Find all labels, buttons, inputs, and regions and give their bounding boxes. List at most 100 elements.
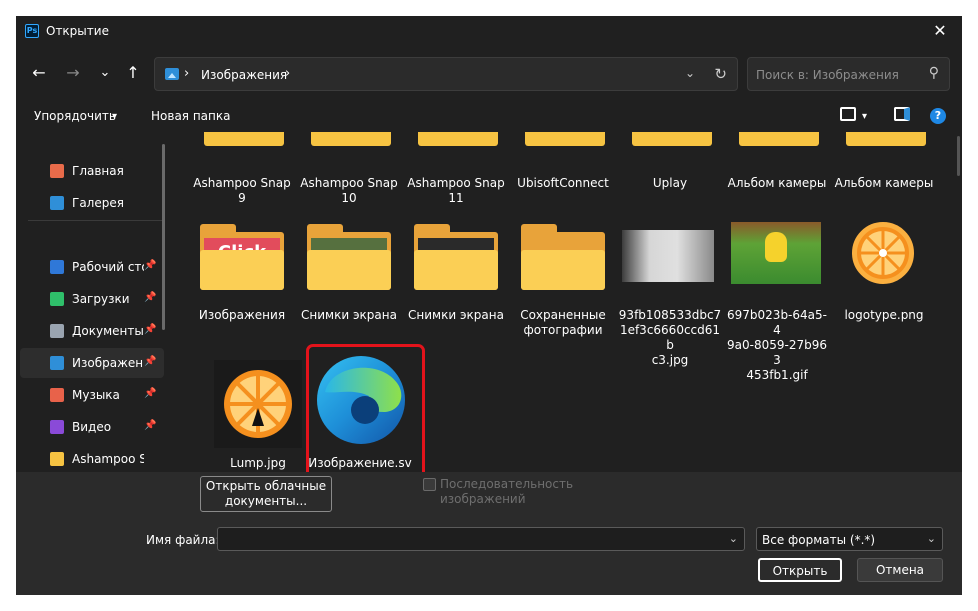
image-thumbnail: [731, 222, 823, 294]
folder-icon: [739, 132, 819, 146]
item-name-line: logotype.png: [844, 308, 924, 322]
sidebar-item[interactable]: Музыка 📌: [20, 380, 164, 410]
image-thumbnail: [838, 222, 930, 294]
item-name: Снимки экрана: [297, 308, 401, 323]
search-placeholder: Поиск в: Изображения: [756, 68, 899, 82]
item-name-line: 9: [238, 191, 246, 205]
image-thumbnail: [622, 222, 716, 294]
file-list: Ashampoo Snap 9 Ashampoo Snap 10 Ashampoo Sn…: [176, 132, 962, 472]
open-cloud-documents-button[interactable]: Открыть облачные документы...: [200, 476, 332, 512]
item-name: Uplay: [618, 176, 722, 191]
item-name-line: Альбом камеры: [727, 176, 827, 190]
item-name: 697b023b-64a5-4 9a0-8059-27b963 453fb1.gif: [725, 308, 829, 383]
item-name: logotype.png: [832, 308, 936, 323]
item-name: 93fb108533dbc7 1ef3c6660ccd61b c3.jpg: [618, 308, 722, 368]
folder-item[interactable]: Сохраненные фотографии: [511, 222, 615, 338]
item-name-line: Изображения: [198, 308, 286, 322]
image-sequence-label-line-2: изображений: [440, 492, 526, 506]
up-arrow-icon[interactable]: ↑: [122, 62, 144, 84]
item-name-line: Uplay: [652, 176, 688, 190]
item-name-line: 9a0-8059-27b963: [727, 338, 827, 367]
breadcrumb-pictures[interactable]: Изображения: [201, 68, 287, 82]
sidebar-item-label: Изображени: [72, 356, 144, 370]
open-button[interactable]: Открыть: [758, 558, 842, 582]
folder-icon: Click: [196, 222, 288, 294]
item-name-line: Ashampoo Snap: [407, 176, 505, 190]
preview-pane-icon[interactable]: [894, 107, 910, 121]
help-icon[interactable]: ?: [930, 108, 946, 124]
command-bar: Упорядочить ▾ Новая папка ▾ ?: [16, 102, 962, 132]
orange-slice-icon: [224, 370, 292, 438]
folder-icon: [846, 132, 926, 146]
item-name-line: Lump.jpg: [230, 456, 286, 470]
cancel-button[interactable]: Отмена: [857, 558, 943, 582]
organize-button[interactable]: Упорядочить: [34, 109, 116, 123]
item-name: Альбом камеры: [725, 176, 829, 191]
item-name-line: 697b023b-64a5-4: [727, 308, 827, 337]
new-folder-button[interactable]: Новая папка: [151, 109, 230, 123]
item-name: UbisoftConnect: [511, 176, 615, 191]
image-file-item[interactable]: 93fb108533dbc7 1ef3c6660ccd61b c3.jpg: [618, 222, 722, 368]
image-sequence-checkbox[interactable]: [423, 478, 436, 491]
file-type-select[interactable]: Все форматы (*.*) ⌄: [756, 527, 943, 551]
file-name-label: Имя файла:: [146, 533, 220, 547]
sidebar-divider: [28, 220, 164, 221]
chevron-down-icon[interactable]: ⌄: [729, 532, 738, 545]
image-file-item[interactable]: 697b023b-64a5-4 9a0-8059-27b963 453fb1.gif: [725, 222, 829, 383]
sidebar-item[interactable]: Изображени 📌: [20, 348, 164, 378]
sidebar-item[interactable]: Рабочий сто 📌: [20, 252, 164, 282]
sidebar-item[interactable]: Ashampoo Snap: [20, 444, 164, 472]
sidebar-item[interactable]: Документы 📌: [20, 316, 164, 346]
item-name-line: Альбом камеры: [834, 176, 934, 190]
selection-highlight-frame: [306, 344, 425, 472]
item-name: Ashampoo Snap 10: [297, 176, 401, 206]
image-sequence-label: Последовательность изображений: [440, 477, 580, 507]
content-scrollbar[interactable]: [957, 136, 960, 176]
folder-item[interactable]: Click Изображения: [190, 222, 294, 323]
file-type-value: Все форматы (*.*): [762, 533, 876, 547]
sidebar-item-label: Видео: [72, 420, 112, 434]
refresh-icon[interactable]: ↻: [714, 65, 727, 83]
file-name-field[interactable]: ⌄: [217, 527, 745, 551]
sidebar-item[interactable]: Галерея: [20, 188, 164, 218]
folder-item[interactable]: Снимки экрана: [297, 222, 401, 323]
item-name: Ashampoo Snap 11: [404, 176, 508, 206]
item-name: Сохраненные фотографии: [511, 308, 615, 338]
view-mode-icon[interactable]: [840, 107, 856, 121]
organize-dropdown-icon[interactable]: ▾: [112, 111, 117, 122]
item-name-line: Снимки экрана: [408, 308, 504, 322]
sidebar-item[interactable]: Главная: [20, 156, 164, 186]
search-input[interactable]: Поиск в: Изображения ⚲: [747, 57, 950, 91]
view-dropdown-icon[interactable]: ▾: [862, 111, 867, 122]
photoshop-app-icon: Ps: [25, 24, 39, 38]
dialog-footer: Открыть облачные документы... Последоват…: [16, 472, 962, 595]
title-bar: Ps Открытие ✕: [16, 16, 962, 48]
item-name-line: Ashampoo Snap: [300, 176, 398, 190]
chevron-right-icon[interactable]: ›: [285, 66, 290, 81]
music-icon: [50, 388, 64, 402]
chevron-down-icon[interactable]: ⌄: [927, 532, 936, 545]
chevron-right-icon: ›: [184, 66, 190, 81]
open-dialog: Ps Открытие ✕ ← → ⌄ ↑ › Изображения › ⌄ …: [16, 16, 962, 595]
back-arrow-icon[interactable]: ←: [28, 62, 50, 84]
sidebar-item-label: Документы: [72, 324, 144, 338]
item-name-line: 10: [341, 191, 357, 205]
search-icon[interactable]: ⚲: [929, 65, 939, 81]
chevron-down-icon[interactable]: ⌄: [685, 66, 695, 80]
lump-thumbnail: [212, 360, 304, 450]
image-file-item[interactable]: logotype.png: [832, 222, 936, 323]
pin-icon: 📌: [144, 356, 157, 367]
image-file-item[interactable]: Lump.jpg: [206, 360, 310, 471]
sidebar-item[interactable]: Загрузки 📌: [20, 284, 164, 314]
address-bar[interactable]: › Изображения › ⌄ ↻: [154, 57, 738, 91]
recent-locations-icon[interactable]: ⌄: [94, 62, 116, 84]
folder-icon: [50, 452, 64, 466]
forward-arrow-icon[interactable]: →: [62, 62, 84, 84]
folder-item[interactable]: Снимки экрана: [404, 222, 508, 323]
folder-icon: [311, 132, 391, 146]
close-icon[interactable]: ✕: [928, 21, 952, 40]
sidebar-item-label: Рабочий сто: [72, 260, 144, 274]
sidebar-item[interactable]: Видео 📌: [20, 412, 164, 442]
pin-icon: 📌: [144, 388, 157, 399]
item-name-line: UbisoftConnect: [517, 176, 609, 190]
